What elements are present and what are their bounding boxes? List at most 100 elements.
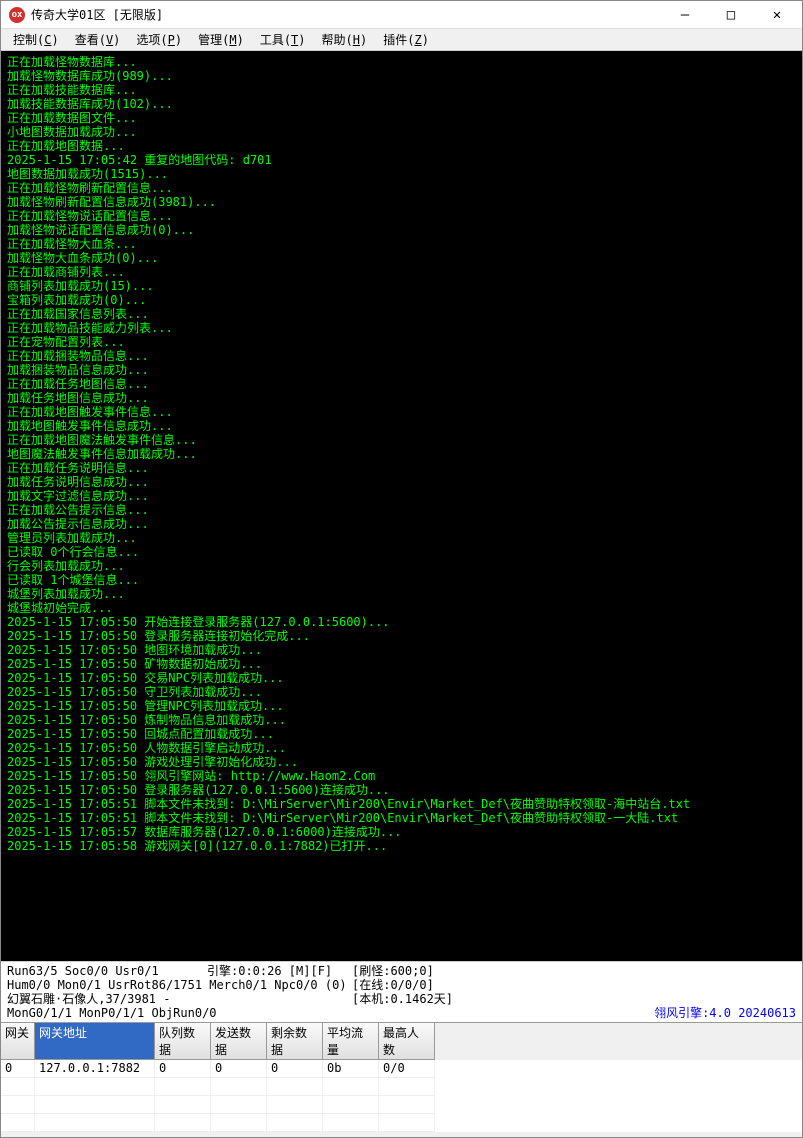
table-cell: 0 <box>155 1060 211 1078</box>
console-line: 正在宠物配置列表... <box>7 335 796 349</box>
console-line: 正在加载捆装物品信息... <box>7 349 796 363</box>
table-cell <box>155 1078 211 1096</box>
status-hum: Hum0/0 Mon0/1 UsrRot86/1751 Merch0/1 Npc… <box>7 978 352 992</box>
table-cell: 0b <box>323 1060 379 1078</box>
console-line: 宝箱列表加载成功(0)... <box>7 293 796 307</box>
table-cell <box>379 1096 435 1114</box>
menu-v[interactable]: 查看(V) <box>67 29 129 50</box>
console-line: 2025-1-15 17:05:50 开始连接登录服务器(127.0.0.1:5… <box>7 615 796 629</box>
console-line: 正在加载公告提示信息... <box>7 503 796 517</box>
console-line: 2025-1-15 17:05:51 脚本文件未找到: D:\MirServer… <box>7 811 796 825</box>
console-line: 加载技能数据库成功(102)... <box>7 97 796 111</box>
table-cell <box>35 1096 155 1114</box>
maximize-button[interactable]: □ <box>708 1 754 29</box>
table-cell <box>35 1078 155 1096</box>
minimize-button[interactable]: — <box>662 1 708 29</box>
table-cell <box>155 1114 211 1132</box>
console-line: 2025-1-15 17:05:50 交易NPC列表加载成功... <box>7 671 796 685</box>
status-local: [本机:0.1462天] <box>352 992 796 1006</box>
console-line: 正在加载数据图文件... <box>7 111 796 125</box>
titlebar: ox 传奇大学01区 [无限版] — □ ✕ <box>1 1 802 29</box>
console-line: 2025-1-15 17:05:51 脚本文件未找到: D:\MirServer… <box>7 797 796 811</box>
console-line: 正在加载地图魔法触发事件信息... <box>7 433 796 447</box>
table-cell <box>155 1096 211 1114</box>
status-npc: 幻翼石雕·石像人,37/3981 - <box>7 992 352 1006</box>
col-header[interactable]: 最高人数 <box>379 1023 435 1060</box>
table-cell: 0/0 <box>379 1060 435 1078</box>
col-header[interactable]: 网关地址 <box>35 1023 155 1060</box>
table-cell <box>1 1096 35 1114</box>
console-line: 加载任务地图信息成功... <box>7 391 796 405</box>
table-row[interactable] <box>1 1096 802 1114</box>
menu-p[interactable]: 选项(P) <box>128 29 190 50</box>
menubar: 控制(C)查看(V)选项(P)管理(M)工具(T)帮助(H)插件(Z) <box>1 29 802 51</box>
col-header[interactable]: 队列数据 <box>155 1023 211 1060</box>
menu-t[interactable]: 工具(T) <box>252 29 314 50</box>
table-cell <box>211 1096 267 1114</box>
table-cell: 0 <box>267 1060 323 1078</box>
table-cell <box>211 1078 267 1096</box>
console-line: 正在加载怪物大血条... <box>7 237 796 251</box>
console-line: 加载捆装物品信息成功... <box>7 363 796 377</box>
console-line: 加载怪物说话配置信息成功(0)... <box>7 223 796 237</box>
table-cell <box>35 1114 155 1132</box>
console-line: 加载任务说明信息成功... <box>7 475 796 489</box>
table-cell <box>211 1114 267 1132</box>
table-cell <box>379 1114 435 1132</box>
console-line: 2025-1-15 17:05:50 登录服务器连接初始化完成... <box>7 629 796 643</box>
menu-h[interactable]: 帮助(H) <box>314 29 376 50</box>
table-cell: 0 <box>211 1060 267 1078</box>
status-online: [在线:0/0/0] <box>352 978 796 992</box>
console-line: 2025-1-15 17:05:50 登录服务器(127.0.0.1:5600)… <box>7 783 796 797</box>
status-run: Run63/5 Soc0/0 Usr0/1 <box>7 964 207 978</box>
status-panel: Run63/5 Soc0/0 Usr0/1 引擎:0:0:26 [M][F] [… <box>1 961 802 1022</box>
console-line: 2025-1-15 17:05:50 矿物数据初始成功... <box>7 657 796 671</box>
console-line: 2025-1-15 17:05:50 炼制物品信息加载成功... <box>7 713 796 727</box>
table-row[interactable] <box>1 1114 802 1132</box>
console-line: 正在加载地图触发事件信息... <box>7 405 796 419</box>
table-cell <box>379 1078 435 1096</box>
status-engine-time: 引擎:0:0:26 [M][F] <box>207 964 352 978</box>
console-line: 城堡列表加载成功... <box>7 587 796 601</box>
table-cell: 0 <box>1 1060 35 1078</box>
console-line: 正在加载任务地图信息... <box>7 377 796 391</box>
console-line: 城堡城初始完成... <box>7 601 796 615</box>
console-line: 已读取 1个城堡信息... <box>7 573 796 587</box>
table-row[interactable]: 0127.0.0.1:78820000b0/0 <box>1 1060 802 1078</box>
console-line: 行会列表加载成功... <box>7 559 796 573</box>
menu-m[interactable]: 管理(M) <box>190 29 252 50</box>
console-line: 2025-1-15 17:05:50 人物数据引擎启动成功... <box>7 741 796 755</box>
gateway-table-body: 0127.0.0.1:78820000b0/0 <box>1 1060 802 1132</box>
engine-version: 翎风引擎:4.0 20240613 <box>352 1006 796 1020</box>
console-line: 正在加载任务说明信息... <box>7 461 796 475</box>
console-line: 2025-1-15 17:05:50 地图环境加载成功... <box>7 643 796 657</box>
col-header[interactable]: 剩余数据 <box>267 1023 323 1060</box>
console-line: 2025-1-15 17:05:50 回城点配置加载成功... <box>7 727 796 741</box>
table-cell <box>267 1078 323 1096</box>
console-line: 商铺列表加载成功(15)... <box>7 279 796 293</box>
console-line: 加载地图触发事件信息成功... <box>7 419 796 433</box>
table-cell <box>323 1078 379 1096</box>
table-cell <box>323 1096 379 1114</box>
gateway-table-header: 网关网关地址队列数据发送数据剩余数据平均流量最高人数 <box>1 1022 802 1060</box>
menu-z[interactable]: 插件(Z) <box>375 29 437 50</box>
col-header[interactable]: 平均流量 <box>323 1023 379 1060</box>
app-icon: ox <box>9 7 25 23</box>
console-line: 正在加载商铺列表... <box>7 265 796 279</box>
console-line: 地图数据加载成功(1515)... <box>7 167 796 181</box>
console-line: 2025-1-15 17:05:50 翎风引擎网站: http://www.Ha… <box>7 769 796 783</box>
col-header[interactable]: 网关 <box>1 1023 35 1060</box>
table-cell: 127.0.0.1:7882 <box>35 1060 155 1078</box>
status-mong: MonG0/1/1 MonP0/1/1 ObjRun0/0 <box>7 1006 352 1020</box>
status-mob: [刷怪:600;0] <box>352 964 796 978</box>
close-button[interactable]: ✕ <box>754 1 800 29</box>
table-row[interactable] <box>1 1078 802 1096</box>
console-line: 正在加载怪物刷新配置信息... <box>7 181 796 195</box>
console-line: 正在加载地图数据... <box>7 139 796 153</box>
console-line: 2025-1-15 17:05:50 游戏处理引擎初始化成功... <box>7 755 796 769</box>
console-line: 加载怪物刷新配置信息成功(3981)... <box>7 195 796 209</box>
col-header[interactable]: 发送数据 <box>211 1023 267 1060</box>
window-title: 传奇大学01区 [无限版] <box>31 6 662 23</box>
menu-c[interactable]: 控制(C) <box>5 29 67 50</box>
console-line: 正在加载怪物数据库... <box>7 55 796 69</box>
